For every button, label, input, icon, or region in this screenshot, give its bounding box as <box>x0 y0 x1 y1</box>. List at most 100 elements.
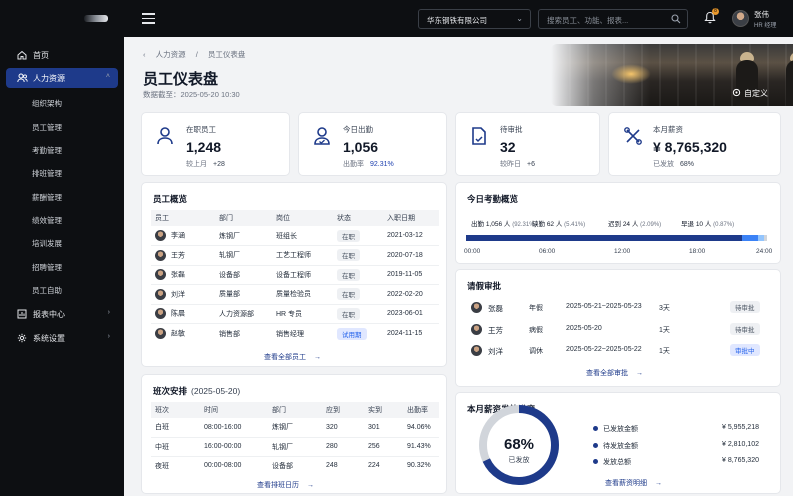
table-row[interactable]: 李涵 炼钢厂 班组长 在职 2021-03-12 <box>151 226 439 246</box>
kpi-sub: 出勤率 92.31% <box>343 159 394 169</box>
avatar <box>155 269 166 281</box>
view-all-employees-link[interactable]: 查看全部员工 → <box>264 352 321 362</box>
kpi-card-employees[interactable]: 在职员工 1,248 较上月 +28 <box>141 112 290 176</box>
kpi-card-payroll[interactable]: 本月薪资 ¥ 8,765,320 已发放 68% <box>608 112 781 176</box>
search-input[interactable]: 搜索员工、功能、报表... <box>538 9 688 29</box>
sidebar-subitem-recruiting[interactable]: 招聘管理 <box>32 262 62 273</box>
attendance-legend-item: 早退 10 人 (0.87%) <box>681 218 734 228</box>
column-header[interactable]: 出勤率 <box>403 402 439 418</box>
employee-position: 班组长 <box>272 226 333 246</box>
leave-row[interactable]: 刘洋 调休 2025-05-22~2025-05-22 1天 审批中 <box>468 340 768 362</box>
kpi-value: ¥ 8,765,320 <box>653 139 727 155</box>
leave-type: 年假 <box>529 305 543 312</box>
sidebar-item-settings[interactable]: 系统设置 › <box>6 328 118 348</box>
person-icon <box>157 127 173 145</box>
legend-count: 62 人 <box>546 221 563 228</box>
employee-position: 质量检验员 <box>272 284 333 305</box>
kpi-card-pending[interactable]: 待审批 32 较昨日 +6 <box>455 112 600 176</box>
sidebar-subitem-training[interactable]: 培训发展 <box>32 238 62 249</box>
menu-toggle-icon[interactable] <box>142 13 155 24</box>
leave-range: 2025-05-20 <box>566 325 602 332</box>
view-payroll-details-link[interactable]: 查看薪资明细 → <box>605 478 662 488</box>
kpi-card-attendance[interactable]: 今日出勤 1,056 出勤率 92.31% <box>298 112 447 176</box>
column-header[interactable]: 员工 <box>151 210 215 226</box>
hero-image-sparks <box>611 64 651 84</box>
shift-name: 中班 <box>151 437 200 457</box>
kpi-label: 今日出勤 <box>343 125 373 134</box>
column-header[interactable]: 实到 <box>364 402 403 418</box>
person-check-icon <box>314 127 330 145</box>
table-row[interactable]: 陈晨 人力资源部 HR 专员 在职 2023-06-01 <box>151 304 439 324</box>
employee-hire-date: 2019-11-05 <box>383 265 439 285</box>
kpi-value: 1,056 <box>343 139 379 155</box>
table-row[interactable]: 刘洋 质量部 质量检验员 在职 2022-02-20 <box>151 284 439 305</box>
customize-button[interactable]: 自定义 <box>732 88 768 99</box>
arrow-right-icon: → <box>314 354 321 361</box>
employee-hire-date: 2023-06-01 <box>383 304 439 324</box>
table-row[interactable]: 王芳 轧钢厂 工艺工程师 在职 2020-07-18 <box>151 245 439 266</box>
column-header[interactable]: 应到 <box>322 402 364 418</box>
kpi-value: 32 <box>500 139 516 155</box>
legend-label: 缺勤 <box>532 221 545 228</box>
kpi-value: 1,248 <box>186 139 222 155</box>
sidebar-subitem-org[interactable]: 组织架构 <box>32 98 62 109</box>
sidebar-item-label: 报表中心 <box>33 310 65 319</box>
legend-count: 10 人 <box>695 221 712 228</box>
sidebar-subitem-scheduling[interactable]: 排班管理 <box>32 168 62 179</box>
leave-type: 病假 <box>529 327 543 334</box>
avatar <box>471 302 482 313</box>
column-header[interactable]: 岗位 <box>272 210 333 226</box>
kpi-sub-label: 已发放 <box>653 161 674 168</box>
table-row[interactable]: 中班 16:00-00:00 轧钢厂 280 256 91.43% <box>151 437 439 457</box>
table-row[interactable]: 赵敏 销售部 销售经理 试用期 2024-11-15 <box>151 324 439 344</box>
table-row[interactable]: 张磊 设备部 设备工程师 在职 2019-11-05 <box>151 265 439 285</box>
sidebar-item-home[interactable]: 首页 <box>6 45 118 65</box>
column-header[interactable]: 部门 <box>268 402 322 418</box>
leave-name: 刘洋 <box>488 347 503 356</box>
status-badge: 在职 <box>337 229 360 242</box>
shift-title: 班次安排 <box>153 386 188 396</box>
shift-name: 白班 <box>151 418 200 438</box>
kpi-label: 本月薪资 <box>653 125 683 134</box>
column-header[interactable]: 入职日期 <box>383 210 439 226</box>
sidebar-subitem-performance[interactable]: 绩效管理 <box>32 215 62 226</box>
column-header[interactable]: 时间 <box>200 402 268 418</box>
sidebar-item-reports[interactable]: 报表中心 › <box>6 304 118 324</box>
table-row[interactable]: 白班 08:00-16:00 炼钢厂 320 301 94.06% <box>151 418 439 438</box>
payroll-amount: ¥ 2,810,102 <box>722 441 759 448</box>
column-header[interactable]: 部门 <box>215 210 272 226</box>
legend-label: 发放总额 <box>603 459 631 466</box>
document-icon <box>472 127 486 145</box>
sidebar-subitem-attendance[interactable]: 考勤管理 <box>32 145 62 156</box>
employee-position: 销售经理 <box>276 330 304 338</box>
legend-label: 已发放金额 <box>603 426 638 433</box>
legend-label: 迟到 <box>608 221 621 228</box>
column-header[interactable]: 状态 <box>333 210 383 226</box>
time-tick: 06:00 <box>539 248 556 255</box>
company-select-value: 华东钢铁有限公司 <box>427 16 487 25</box>
sidebar-subitem-payroll[interactable]: 薪酬管理 <box>32 192 62 203</box>
table-row[interactable]: 夜班 00:00-08:00 设备部 248 224 90.32% <box>151 456 439 475</box>
kpi-sub-value: +28 <box>213 161 225 168</box>
user-name[interactable]: 张伟 <box>754 9 769 20</box>
view-all-approvals-link[interactable]: 查看全部审批 → <box>586 368 643 378</box>
sidebar-item-hr[interactable]: 人力资源 ˄ <box>6 68 118 88</box>
notification-button[interactable]: 8 <box>704 8 719 26</box>
table-header: 班次 时间 部门 应到 实到 出勤率 <box>151 402 439 418</box>
kpi-label: 在职员工 <box>186 125 216 134</box>
sidebar-subitem-employees[interactable]: 员工管理 <box>32 122 62 133</box>
leave-row[interactable]: 张磊 年假 2025-05-21~2025-05-23 3天 待审批 <box>468 297 768 319</box>
shift-time: 00:00-08:00 <box>204 462 242 470</box>
status-badge: 待审批 <box>730 323 760 335</box>
sidebar-subitem-selfservice[interactable]: 员工自助 <box>32 285 62 296</box>
legend-dot <box>593 443 598 448</box>
legend-label: 出勤 <box>471 221 484 228</box>
column-header[interactable]: 班次 <box>151 402 200 418</box>
leave-row[interactable]: 王芳 病假 2025-05-20 1天 待审批 <box>468 319 768 341</box>
breadcrumb-item[interactable]: 人力资源 <box>156 50 186 59</box>
shift-dept: 设备部 <box>272 462 293 470</box>
company-select[interactable]: 华东钢铁有限公司 ⌄ <box>418 9 531 29</box>
view-shift-calendar-link[interactable]: 查看排班日历 → <box>257 480 314 490</box>
shift-rate: 90.32% <box>407 462 431 470</box>
user-avatar[interactable] <box>732 10 749 27</box>
